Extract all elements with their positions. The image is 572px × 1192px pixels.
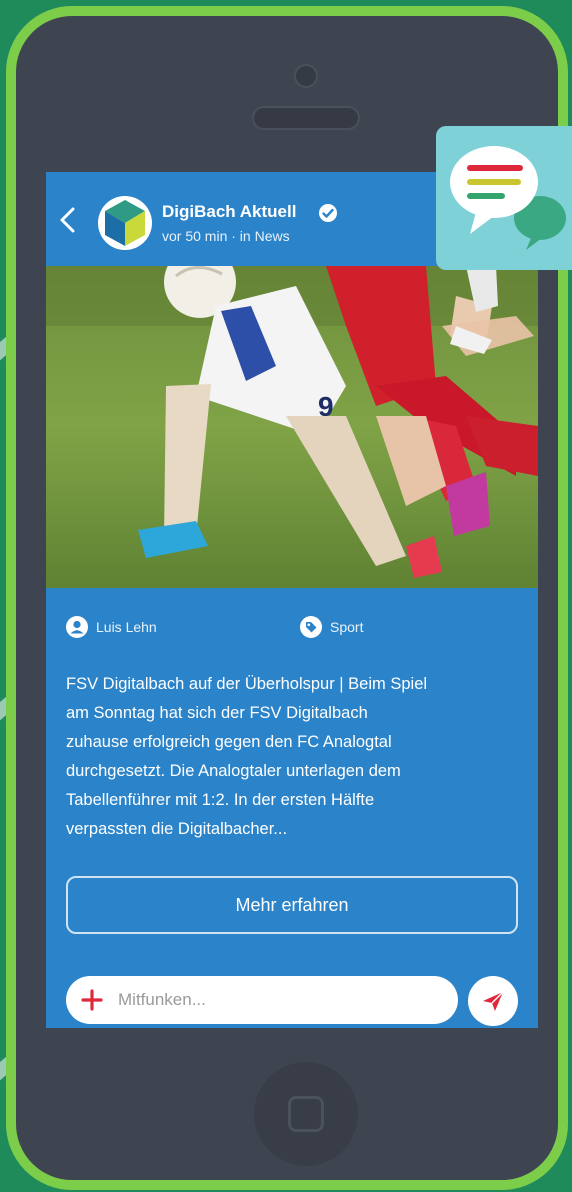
category-name: Sport <box>330 619 364 635</box>
page-title[interactable]: DigiBach Aktuell <box>162 202 296 222</box>
speaker-grille <box>252 106 360 130</box>
author-info[interactable]: Luis Lehn <box>66 616 157 638</box>
home-button[interactable] <box>254 1062 358 1166</box>
article-line: zuhause erfolgreich gegen den FC Analogt… <box>66 733 392 751</box>
cube-logo-icon[interactable] <box>98 196 152 250</box>
comment-field[interactable] <box>66 976 458 1024</box>
article-line: Tabellenführer mit 1:2. In der ersten Hä… <box>66 791 375 809</box>
article-line: verpassten die Digitalbacher... <box>66 820 288 838</box>
tag-icon <box>300 616 322 638</box>
article-teaser: FSV Digitalbach auf der Überholspur | Be… <box>66 670 526 844</box>
chat-bubbles-icon <box>450 146 566 250</box>
post-meta: vor 50 min · in News <box>162 228 290 244</box>
read-more-button[interactable]: Mehr erfahren <box>66 876 518 934</box>
home-button-square-icon <box>288 1096 324 1132</box>
category-info[interactable]: Sport <box>300 616 363 638</box>
article-line: FSV Digitalbach auf der Überholspur | Be… <box>66 675 428 693</box>
send-button[interactable] <box>468 976 518 1026</box>
comment-input[interactable] <box>118 984 448 1016</box>
paper-plane-icon <box>483 991 504 1011</box>
author-name: Luis Lehn <box>96 619 157 635</box>
user-circle-icon <box>66 616 88 638</box>
chat-badge[interactable] <box>436 126 572 270</box>
article-line: durchgesetzt. Die Analogtaler unterlagen… <box>66 762 401 780</box>
app-screen: DigiBach Aktuell vor 50 min · in News 9 <box>46 172 538 1028</box>
article-line: am Sonntag hat sich der FSV Digitalbach <box>66 704 368 722</box>
verified-check-icon <box>319 204 337 222</box>
chevron-left-icon[interactable] <box>56 206 80 234</box>
front-camera <box>294 64 318 88</box>
soccer-players-photo: 9 <box>46 266 538 588</box>
plus-icon[interactable] <box>80 988 104 1012</box>
